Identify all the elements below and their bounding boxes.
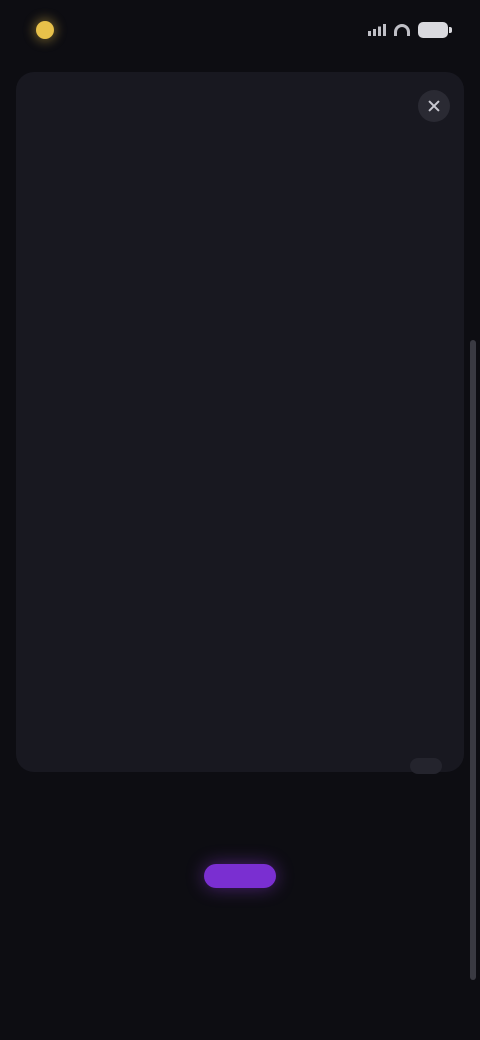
status-left (36, 21, 62, 39)
setting-row[interactable] (16, 316, 464, 376)
status-bar (0, 0, 480, 60)
setting-row[interactable] (16, 376, 464, 436)
upgrade-button[interactable] (204, 864, 276, 888)
settings-panel (16, 72, 464, 774)
close-button[interactable] (418, 90, 450, 122)
close-icon (428, 100, 440, 112)
setting-row[interactable] (16, 736, 464, 796)
setting-action-button[interactable] (410, 758, 442, 774)
setting-row[interactable] (16, 436, 464, 496)
footer (0, 840, 480, 893)
setting-row[interactable] (16, 196, 464, 256)
signal-icon (368, 24, 386, 36)
setting-row[interactable] (16, 136, 464, 196)
setting-row[interactable] (16, 496, 464, 556)
setting-row[interactable] (16, 256, 464, 316)
setting-row[interactable] (16, 556, 464, 616)
sun-icon (36, 21, 54, 39)
wifi-icon (394, 24, 410, 36)
setting-row[interactable] (16, 616, 464, 676)
setting-row[interactable] (16, 676, 464, 736)
battery-icon (418, 22, 452, 38)
settings-list (16, 136, 464, 796)
status-right (368, 22, 452, 38)
panel-header (16, 72, 464, 136)
scrollbar[interactable] (470, 340, 476, 980)
screen (0, 0, 480, 1040)
